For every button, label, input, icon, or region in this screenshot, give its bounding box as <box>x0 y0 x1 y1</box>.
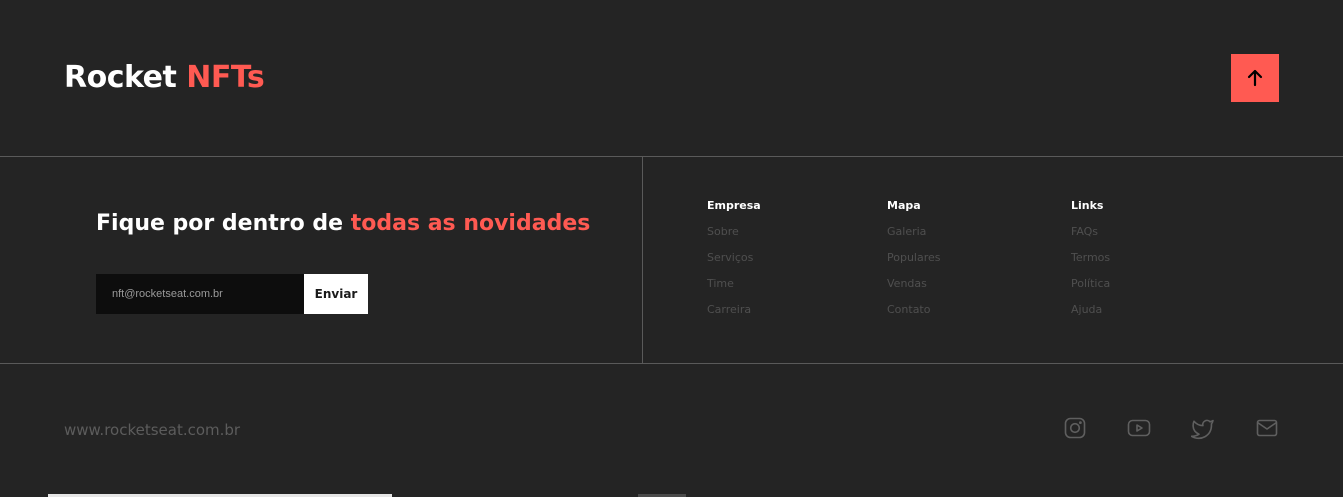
newsletter-title-start: Fique por dentro de <box>96 211 351 236</box>
footer-column-empresa: Empresa Sobre Serviços Time Carreira <box>707 198 761 328</box>
mail-icon[interactable] <box>1255 416 1279 440</box>
arrow-up-icon <box>1245 68 1265 88</box>
instagram-icon[interactable] <box>1063 416 1087 440</box>
column-title: Empresa <box>707 199 761 212</box>
twitter-icon[interactable] <box>1191 416 1215 440</box>
footer-link-politica[interactable]: Política <box>1071 276 1110 292</box>
site-url-link[interactable]: www.rocketseat.com.br <box>64 420 240 440</box>
footer-top: Rocket NFTs <box>0 0 1343 156</box>
column-title: Links <box>1071 199 1104 212</box>
newsletter-email-input[interactable] <box>96 274 304 314</box>
footer-link-populares[interactable]: Populares <box>887 250 941 266</box>
column-title: Mapa <box>887 199 921 212</box>
brand-logo[interactable]: Rocket NFTs <box>64 58 265 98</box>
divider-bottom <box>0 363 1343 364</box>
footer-link-time[interactable]: Time <box>707 276 761 292</box>
footer-column-mapa: Mapa Galeria Populares Vendas Contato <box>887 198 941 328</box>
footer-link-faqs[interactable]: FAQs <box>1071 224 1110 240</box>
footer-column-links: Links FAQs Termos Política Ajuda <box>1071 198 1110 328</box>
divider-vertical <box>642 157 643 363</box>
divider-top <box>0 156 1343 157</box>
footer-link-vendas[interactable]: Vendas <box>887 276 941 292</box>
footer-link-galeria[interactable]: Galeria <box>887 224 941 240</box>
newsletter-title: Fique por dentro de todas as novidades <box>96 208 590 240</box>
brand-name: Rocket <box>64 60 177 95</box>
youtube-icon[interactable] <box>1127 416 1151 440</box>
footer-link-termos[interactable]: Termos <box>1071 250 1110 266</box>
footer-link-carreira[interactable]: Carreira <box>707 302 761 318</box>
footer-link-sobre[interactable]: Sobre <box>707 224 761 240</box>
newsletter-form: Enviar <box>96 274 368 314</box>
scroll-to-top-button[interactable] <box>1231 54 1279 102</box>
footer-link-servicos[interactable]: Serviços <box>707 250 761 266</box>
newsletter-submit-button[interactable]: Enviar <box>304 274 368 314</box>
footer-link-contato[interactable]: Contato <box>887 302 941 318</box>
footer-page: Rocket NFTs Fique por dentro de todas as… <box>0 0 1343 497</box>
brand-accent: NFTs <box>186 60 265 95</box>
newsletter-title-accent: todas as novidades <box>350 211 591 236</box>
footer-link-ajuda[interactable]: Ajuda <box>1071 302 1110 318</box>
